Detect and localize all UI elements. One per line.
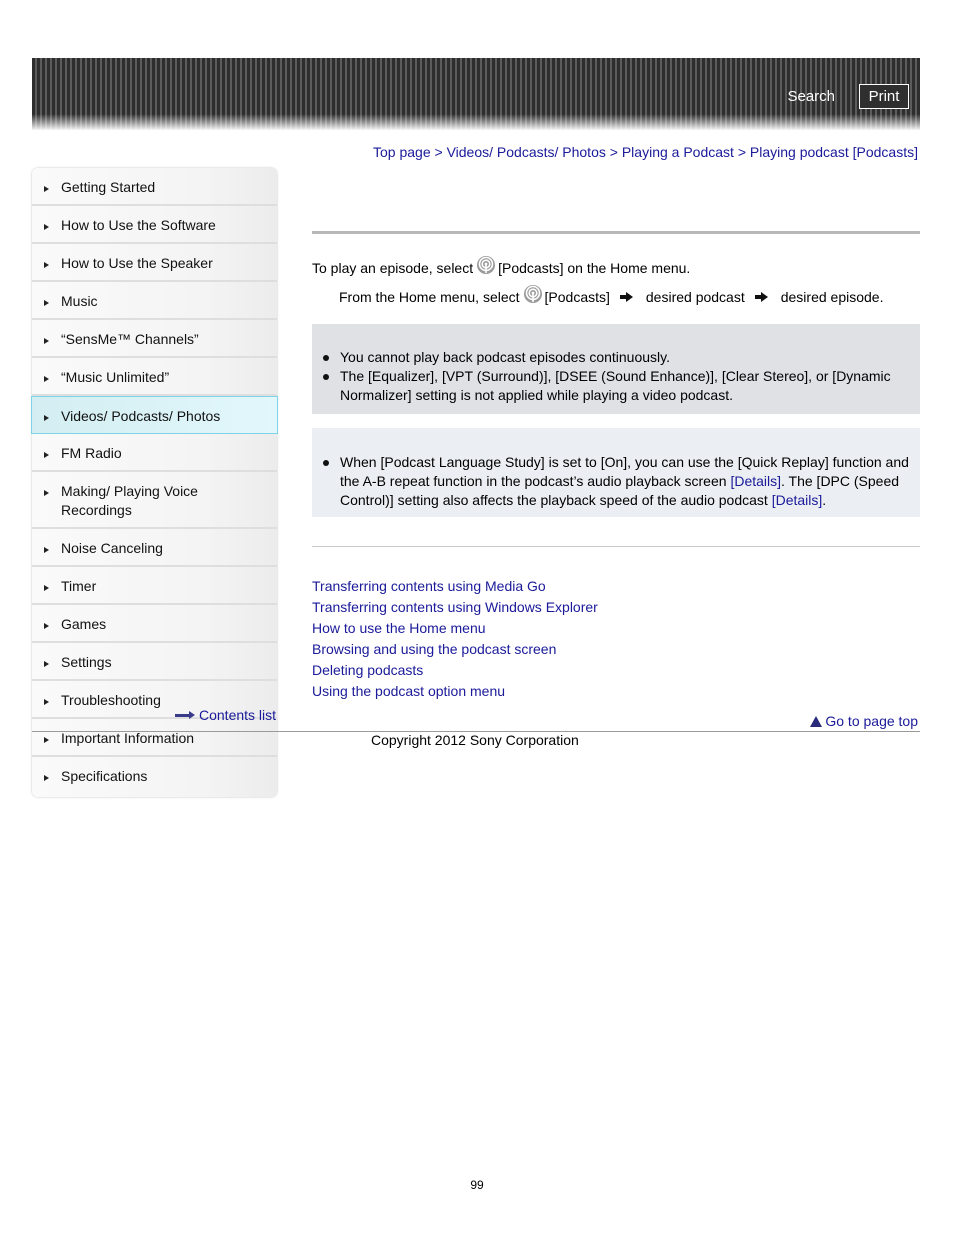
- sidebar-item-music-unlimited[interactable]: “Music Unlimited”: [32, 358, 277, 396]
- breadcrumb-playing-a-podcast[interactable]: Playing a Podcast: [622, 144, 734, 160]
- related-link[interactable]: How to use the Home menu: [312, 618, 598, 639]
- sidebar-item-specifications[interactable]: Specifications: [32, 757, 277, 793]
- sidebar-item-label: Making/ Playing Voice Recordings: [61, 483, 198, 518]
- sidebar-item-label: Specifications: [61, 768, 148, 784]
- sidebar-item-label: “SensMe™ Channels”: [61, 331, 199, 347]
- sidebar-item-noise-canceling[interactable]: Noise Canceling: [32, 529, 277, 567]
- breadcrumb: Top page > Videos/ Podcasts/ Photos > Pl…: [373, 144, 918, 160]
- step-text-start: From the Home menu, select: [339, 289, 520, 305]
- intro-text: To play an episode, select [Podcasts] on…: [312, 256, 691, 278]
- triangle-right-icon: [44, 224, 49, 230]
- triangle-right-icon: [44, 452, 49, 458]
- hint-text: .: [822, 492, 827, 508]
- triangle-right-icon: [44, 415, 49, 421]
- related-link[interactable]: Browsing and using the podcast screen: [312, 639, 598, 660]
- sidebar-item-label: Getting Started: [61, 179, 156, 195]
- details-link[interactable]: [Details]: [730, 473, 781, 489]
- go-to-page-top-link[interactable]: Go to page top: [810, 713, 918, 729]
- sidebar-item-games[interactable]: Games: [32, 605, 277, 643]
- triangle-right-icon: [44, 775, 49, 781]
- procedure-step: From the Home menu, select [Podcasts] de…: [339, 285, 884, 307]
- details-link[interactable]: [Details]: [772, 492, 823, 508]
- sidebar-item-sensme-channels[interactable]: “SensMe™ Channels”: [32, 320, 277, 358]
- copyright: Copyright 2012 Sony Corporation: [371, 732, 579, 748]
- breadcrumb-videos-podcasts-photos[interactable]: Videos/ Podcasts/ Photos: [447, 144, 606, 160]
- sidebar-item-label: Timer: [61, 578, 97, 594]
- breadcrumb-separator: >: [434, 144, 447, 160]
- triangle-right-icon: [44, 547, 49, 553]
- sidebar-item-settings[interactable]: Settings: [32, 643, 277, 681]
- triangle-right-icon: [44, 338, 49, 344]
- related-topics: Transferring contents using Media Go Tra…: [312, 576, 598, 702]
- title-divider: [312, 231, 920, 234]
- note-box: You cannot play back podcast episodes co…: [312, 324, 920, 414]
- breadcrumb-separator: >: [737, 144, 750, 160]
- sidebar-nav: Getting Started How to Use the Software …: [31, 168, 278, 797]
- sidebar-item-label: Noise Canceling: [61, 540, 163, 556]
- intro-text-end: [Podcasts] on the Home menu.: [498, 260, 691, 276]
- triangle-right-icon: [44, 376, 49, 382]
- print-button[interactable]: Print: [859, 84, 909, 109]
- podcast-icon: [477, 256, 496, 274]
- sidebar-item-label: How to Use the Software: [61, 217, 216, 233]
- triangle-right-icon: [44, 262, 49, 268]
- sidebar-item-label: Settings: [61, 654, 112, 670]
- sidebar-item-how-to-use-speaker[interactable]: How to Use the Speaker: [32, 244, 277, 282]
- go-to-page-top-label: Go to page top: [825, 713, 918, 729]
- related-link[interactable]: Transferring contents using Windows Expl…: [312, 597, 598, 618]
- sidebar-item-label: Troubleshooting: [61, 692, 161, 708]
- breadcrumb-separator: >: [609, 144, 622, 160]
- related-link[interactable]: Deleting podcasts: [312, 660, 598, 681]
- sidebar-item-important-information[interactable]: Important Information: [32, 719, 277, 757]
- step-desired-episode: desired episode.: [780, 289, 884, 305]
- page-number: 99: [470, 1178, 484, 1192]
- sidebar-item-timer[interactable]: Timer: [32, 567, 277, 605]
- intro-text-start: To play an episode, select: [312, 260, 474, 276]
- related-link[interactable]: Using the podcast option menu: [312, 681, 598, 702]
- triangle-right-icon: [44, 737, 49, 743]
- related-link[interactable]: Transferring contents using Media Go: [312, 576, 598, 597]
- note-item: You cannot play back podcast episodes co…: [322, 348, 914, 367]
- sidebar-item-label: “Music Unlimited”: [61, 369, 170, 385]
- hint-item: When [Podcast Language Study] is set to …: [322, 453, 914, 510]
- triangle-right-icon: [44, 661, 49, 667]
- sidebar-item-label: How to Use the Speaker: [61, 255, 213, 271]
- triangle-right-icon: [44, 699, 49, 705]
- sidebar-item-videos-podcasts-photos[interactable]: Videos/ Podcasts/ Photos: [31, 396, 278, 434]
- sidebar-item-getting-started[interactable]: Getting Started: [32, 168, 277, 206]
- sidebar-item-label: Videos/ Podcasts/ Photos: [61, 408, 221, 424]
- sidebar-item-label: FM Radio: [61, 445, 122, 461]
- triangle-right-icon: [44, 585, 49, 591]
- triangle-right-icon: [44, 490, 49, 496]
- sidebar-item-music[interactable]: Music: [32, 282, 277, 320]
- hint-box: When [Podcast Language Study] is set to …: [312, 428, 920, 517]
- breadcrumb-top-page[interactable]: Top page: [373, 144, 431, 160]
- triangle-right-icon: [44, 300, 49, 306]
- sidebar-item-label: Music: [61, 293, 98, 309]
- arrow-right-icon: [175, 711, 195, 719]
- triangle-right-icon: [44, 623, 49, 629]
- sidebar-item-how-to-use-software[interactable]: How to Use the Software: [32, 206, 277, 244]
- note-item: The [Equalizer], [VPT (Surround)], [DSEE…: [322, 367, 914, 405]
- sidebar-item-voice-recordings[interactable]: Making/ Playing Voice Recordings: [32, 472, 277, 529]
- arrow-right-icon: [754, 292, 769, 302]
- search-link[interactable]: Search: [787, 88, 835, 105]
- podcast-icon: [523, 285, 542, 303]
- sidebar-item-fm-radio[interactable]: FM Radio: [32, 434, 277, 472]
- breadcrumb-current-page[interactable]: Playing podcast [Podcasts]: [750, 144, 918, 160]
- triangle-right-icon: [44, 186, 49, 192]
- step-podcasts: [Podcasts]: [544, 289, 610, 305]
- contents-list-link[interactable]: Contents list: [175, 707, 276, 723]
- contents-list-label: Contents list: [199, 707, 277, 723]
- arrow-right-icon: [619, 292, 634, 302]
- related-divider: [312, 546, 920, 547]
- site-header: Search Print: [32, 58, 920, 130]
- step-desired-podcast: desired podcast: [645, 289, 745, 305]
- triangle-up-icon: [810, 715, 823, 727]
- sidebar-item-label: Games: [61, 616, 107, 632]
